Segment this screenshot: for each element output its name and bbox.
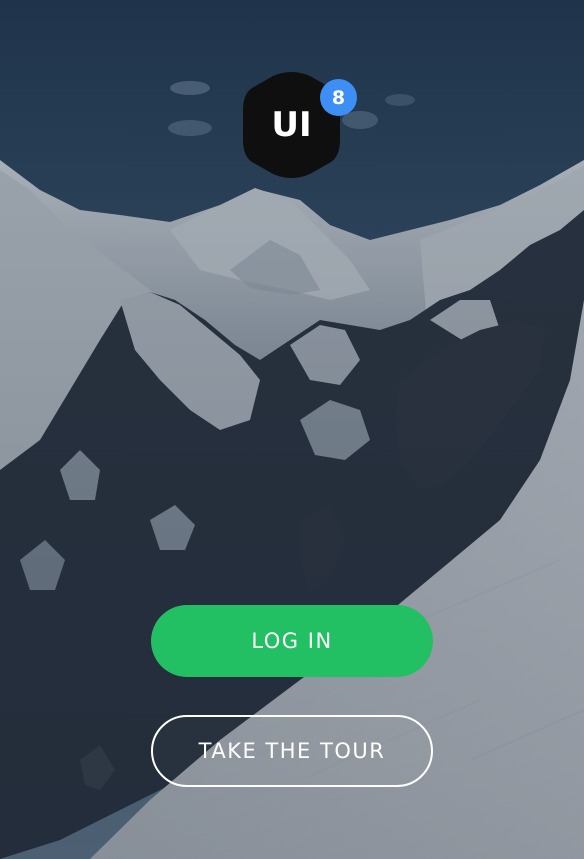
splash-screen: UI 8 LOG IN TAKE THE TOUR <box>0 0 584 859</box>
login-button[interactable]: LOG IN <box>151 605 433 677</box>
take-the-tour-button[interactable]: TAKE THE TOUR <box>151 715 433 787</box>
notification-badge: 8 <box>320 79 357 116</box>
